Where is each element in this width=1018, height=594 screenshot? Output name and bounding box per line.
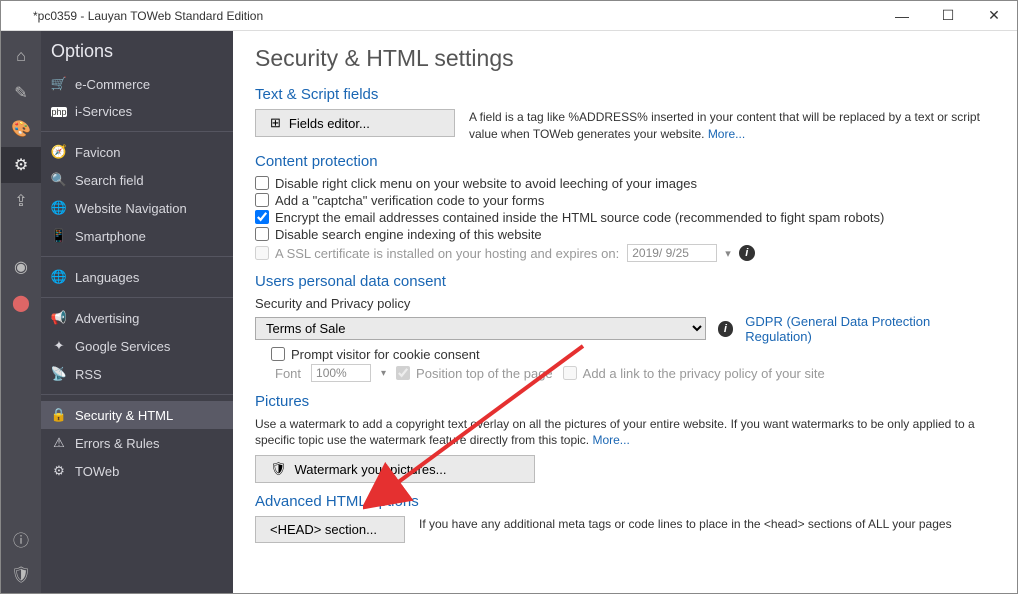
tool-help-icon[interactable]: ⓘ [1,521,41,557]
chk-ssl: A SSL certificate is installed on your h… [255,246,619,261]
ssl-date-input[interactable] [627,244,717,262]
sidebar-item-security[interactable]: 🔒 Security & HTML [41,401,233,429]
sidebar-item-label: e-Commerce [75,77,150,92]
tool-record-icon[interactable]: ⬤ [1,285,41,321]
page-title: Security & HTML settings [255,45,995,72]
textscript-desc: A field is a tag like %ADDRESS% inserted… [469,109,995,143]
rss-icon: 📡 [51,366,67,382]
sidebar-item-label: Security & HTML [75,408,173,423]
sidebar-item-languages[interactable]: 🌐 Languages [41,263,233,291]
gdpr-link[interactable]: GDPR (General Data Protection Regulation… [745,314,995,344]
section-protection-heading: Content protection [255,153,995,170]
lock-icon: 🔒 [51,407,67,423]
sidebar-item-label: RSS [75,367,102,382]
sidebar-item-label: Errors & Rules [75,436,160,451]
tool-preview-icon[interactable]: ◉ [1,249,41,285]
watermark-button[interactable]: 🛡 Watermark your pictures... [255,455,535,483]
globe-icon: 🌐 [51,269,67,285]
close-button[interactable]: ✕ [971,1,1017,31]
sidebar-item-label: Languages [75,270,139,285]
content-pane: Security & HTML settings Text & Script f… [233,31,1017,593]
sidebar-item-label: Website Navigation [75,201,187,216]
fields-editor-button[interactable]: ⊞ Fields editor... [255,109,455,137]
sparkle-icon: ✦ [51,338,67,354]
separator [41,297,233,298]
sidebar-item-favicon[interactable]: 🧭 Favicon [41,138,233,166]
sidebar-item-advertising[interactable]: 📢 Advertising [41,304,233,332]
section-consent-heading: Users personal data consent [255,273,995,290]
sidebar-item-label: TOWeb [75,464,119,479]
tool-theme-icon[interactable]: 🎨 [1,111,41,147]
button-label: Watermark your pictures... [295,462,447,477]
sidebar-item-google[interactable]: ✦ Google Services [41,332,233,360]
tool-edit-icon[interactable]: ✎ [1,75,41,111]
tool-settings-icon[interactable]: ⚙ [1,147,41,183]
button-label: <HEAD> section... [270,522,377,537]
section-pictures-heading: Pictures [255,393,995,410]
chk-position-top: Position top of the page [396,366,553,381]
globe-icon: 🌐 [51,200,67,216]
search-icon: 🔍 [51,172,67,188]
toolstrip: ⌂ ✎ 🎨 ⚙ ⇪ ◉ ⬤ ⓘ 🛡 [1,31,41,593]
section-textscript-heading: Text & Script fields [255,86,995,103]
sidebar-item-ecommerce[interactable]: 🛒 e-Commerce [41,70,233,98]
privacy-policy-label: Security and Privacy policy [255,296,995,311]
sidebar-item-search[interactable]: 🔍 Search field [41,166,233,194]
separator [41,256,233,257]
sidebar-item-iservices[interactable]: php i-Services [41,98,233,125]
sidebar: Options 🛒 e-Commerce php i-Services 🧭 Favic… [41,31,233,593]
chk-cookie-consent[interactable]: Prompt visitor for cookie consent [271,347,995,362]
minimize-button[interactable]: — [879,1,925,31]
more-link[interactable]: More... [708,127,745,141]
sidebar-item-label: Google Services [75,339,170,354]
section-advanced-heading: Advanced HTML options [255,493,995,510]
pictures-desc: Use a watermark to add a copyright text … [255,416,995,450]
tool-publish-icon[interactable]: ⇪ [1,183,41,219]
sidebar-item-label: Search field [75,173,144,188]
chk-disable-rightclick[interactable]: Disable right click menu on your website… [255,176,995,191]
sidebar-item-toweb[interactable]: ⚙ TOWeb [41,457,233,485]
chk-captcha[interactable]: Add a "captcha" verification code to you… [255,193,995,208]
tool-home-icon[interactable]: ⌂ [1,39,41,75]
advanced-desc: If you have any additional meta tags or … [419,516,995,533]
sidebar-item-navigation[interactable]: 🌐 Website Navigation [41,194,233,222]
sidebar-item-label: i-Services [75,104,132,119]
titlebar: *pc0359 - Lauyan TOWeb Standard Edition … [1,1,1017,31]
dropdown-icon[interactable]: ▾ [725,247,731,260]
chk-disable-indexing[interactable]: Disable search engine indexing of this w… [255,227,995,242]
sidebar-item-errors[interactable]: ⚠ Errors & Rules [41,429,233,457]
maximize-button[interactable]: ☐ [925,1,971,31]
compass-icon: 🧭 [51,144,67,160]
shield-icon: 🛡 [270,461,287,477]
tool-shield-icon[interactable]: 🛡 [1,557,41,593]
info-icon[interactable]: i [739,245,755,261]
privacy-policy-select[interactable]: Terms of Sale [255,317,706,340]
font-size-input[interactable] [311,364,371,382]
more-link[interactable]: More... [592,433,629,447]
megaphone-icon: 📢 [51,310,67,326]
sidebar-header: Options [41,37,233,70]
separator [41,131,233,132]
separator [41,394,233,395]
chk-add-link: Add a link to the privacy policy of your… [563,366,825,381]
phone-icon: 📱 [51,228,67,244]
head-section-button[interactable]: <HEAD> section... [255,516,405,543]
chk-encrypt-email[interactable]: Encrypt the email addresses contained in… [255,210,995,225]
sidebar-item-label: Advertising [75,311,139,326]
info-icon[interactable]: i [718,321,734,337]
warning-icon: ⚠ [51,435,67,451]
gear-icon: ⚙ [51,463,67,479]
sidebar-item-label: Smartphone [75,229,146,244]
tag-icon: ⊞ [270,115,281,131]
font-label: Font [275,366,301,381]
php-icon: php [51,107,67,117]
window-title: *pc0359 - Lauyan TOWeb Standard Edition [33,9,879,23]
button-label: Fields editor... [289,116,370,131]
cart-icon: 🛒 [51,76,67,92]
app-icon [7,6,27,26]
sidebar-item-smartphone[interactable]: 📱 Smartphone [41,222,233,250]
sidebar-item-rss[interactable]: 📡 RSS [41,360,233,388]
sidebar-item-label: Favicon [75,145,121,160]
